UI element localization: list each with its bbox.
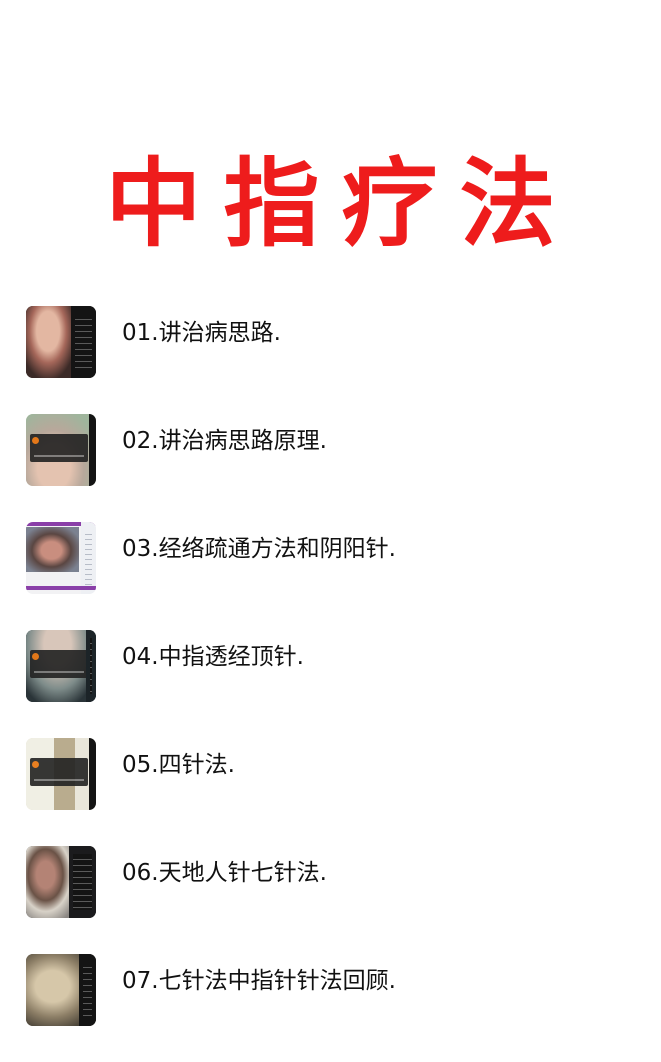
- lesson-thumbnail[interactable]: [26, 738, 96, 810]
- lesson-title[interactable]: 01.讲治病思路.: [122, 318, 281, 348]
- lesson-item-05[interactable]: 05.四针法.: [26, 738, 646, 846]
- lesson-item-03[interactable]: 03.经络疏通方法和阴阳针.: [26, 522, 646, 630]
- lesson-item-04[interactable]: 04.中指透经顶针.: [26, 630, 646, 738]
- lesson-thumbnail[interactable]: [26, 954, 96, 1026]
- page-title: 中指疗法: [105, 147, 578, 261]
- lesson-title[interactable]: 04.中指透经顶针.: [122, 642, 304, 672]
- lesson-title[interactable]: 06.天地人针七针法.: [122, 858, 327, 888]
- lesson-title[interactable]: 05.四针法.: [122, 750, 235, 780]
- lesson-thumbnail[interactable]: [26, 522, 96, 594]
- lesson-item-01[interactable]: 01.讲治病思路.: [26, 306, 646, 414]
- lesson-thumbnail[interactable]: [26, 630, 96, 702]
- lesson-title[interactable]: 07.七针法中指针针法回顾.: [122, 966, 396, 996]
- lesson-item-07[interactable]: 07.七针法中指针针法回顾.: [26, 954, 646, 1062]
- lesson-thumbnail[interactable]: [26, 414, 96, 486]
- lesson-title[interactable]: 02.讲治病思路原理.: [122, 426, 327, 456]
- lesson-item-02[interactable]: 02.讲治病思路原理.: [26, 414, 646, 522]
- lesson-title[interactable]: 03.经络疏通方法和阴阳针.: [122, 534, 396, 564]
- lesson-thumbnail[interactable]: [26, 306, 96, 378]
- lesson-list: 01.讲治病思路. 02.讲治病思路原理. 03.经络疏通方法和阴阳针. 04.…: [26, 306, 646, 1062]
- lesson-thumbnail[interactable]: [26, 846, 96, 918]
- lesson-item-06[interactable]: 06.天地人针七针法.: [26, 846, 646, 954]
